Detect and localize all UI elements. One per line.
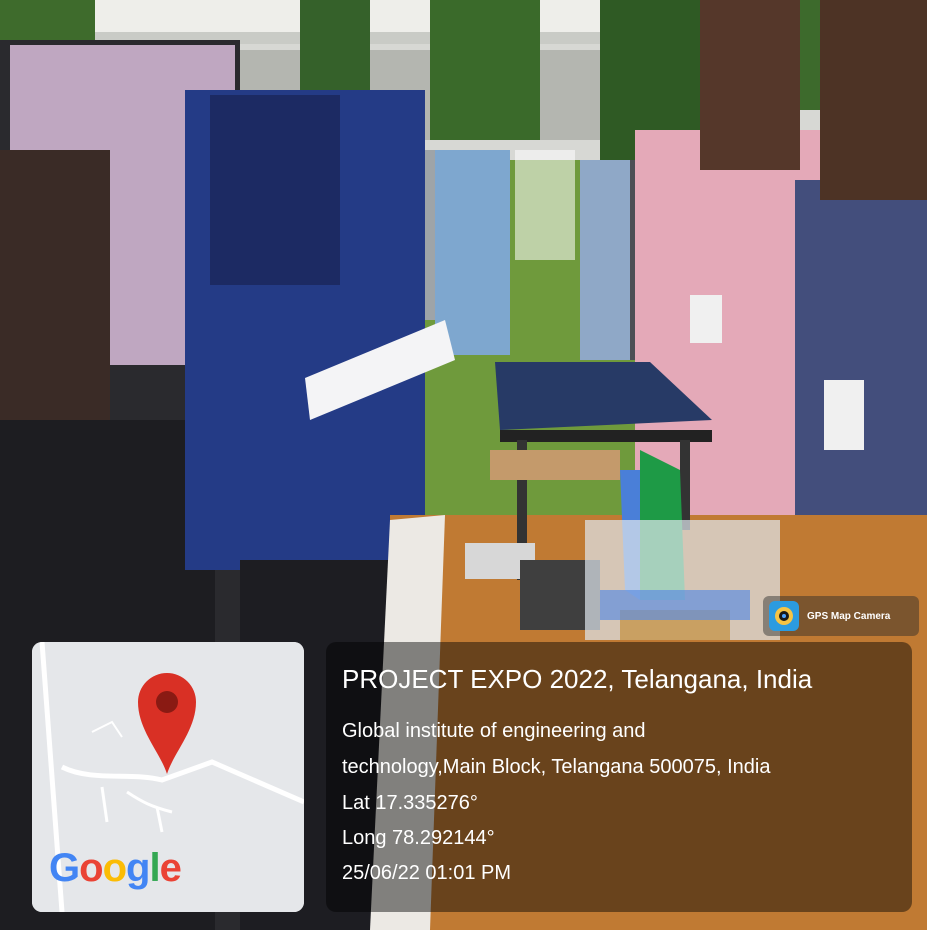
latitude-text: Lat 17.335276° (342, 792, 478, 814)
google-logo-letter: e (159, 846, 182, 890)
datetime-text: 25/06/22 01:01 PM (342, 862, 512, 884)
google-logo-letter: G (49, 846, 80, 890)
google-logo-letters: Google (49, 846, 182, 890)
address-line-2: technology,Main Block, Telangana 500075,… (342, 756, 771, 778)
longitude-text: Long 78.292144° (342, 827, 495, 849)
gps-map-camera-badge: GPS Map Camera (763, 596, 919, 636)
badge-label: GPS Map Camera (807, 610, 891, 622)
camera-icon (769, 601, 799, 631)
google-logo-letter: o (102, 846, 127, 890)
map-pin-icon (138, 673, 196, 774)
google-logo-letter: o (79, 846, 103, 890)
map-thumbnail[interactable]: Google (32, 642, 304, 912)
location-info-panel: PROJECT EXPO 2022, Telangana, India Glob… (326, 642, 912, 912)
google-logo-letter: g (126, 846, 150, 890)
google-logo-letter: l (149, 846, 160, 890)
address-line-1: Global institute of engineering and (342, 720, 646, 742)
google-logo: Google (49, 846, 182, 891)
location-title: PROJECT EXPO 2022, Telangana, India (342, 664, 813, 694)
